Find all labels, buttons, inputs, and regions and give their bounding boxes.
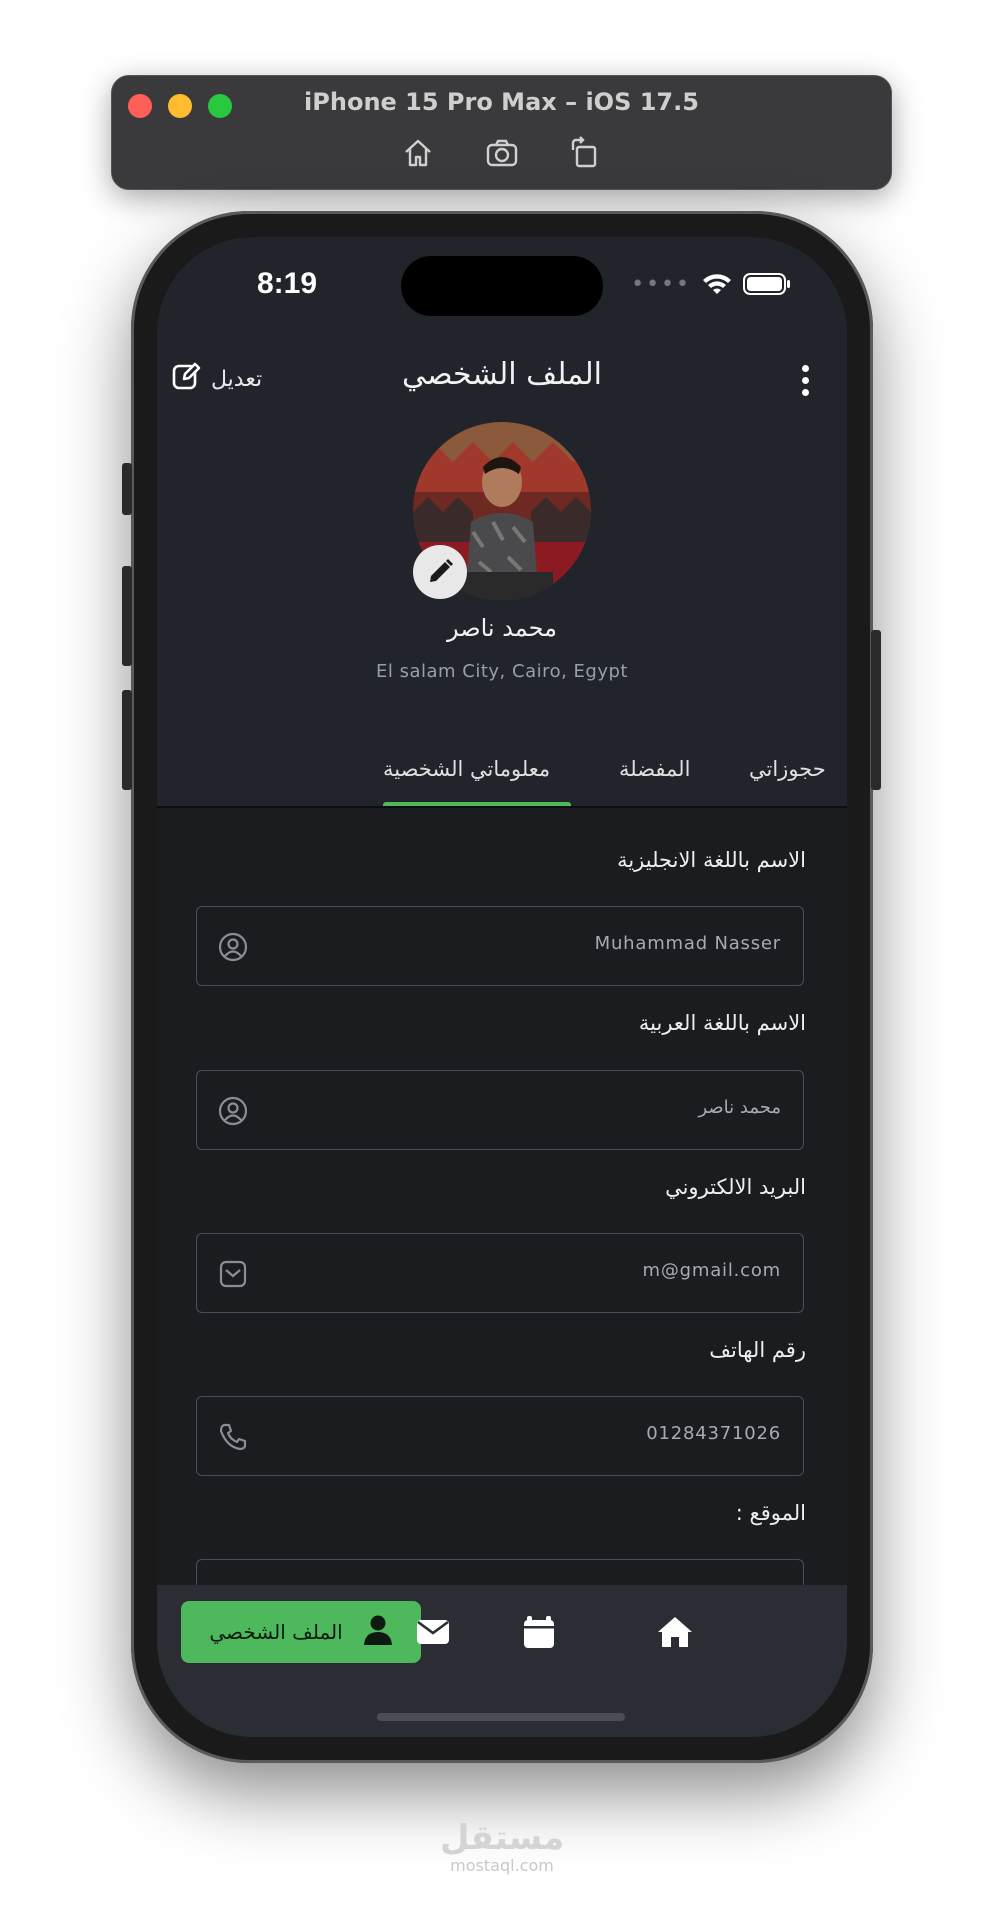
tab-bookings[interactable]: حجوزاتي [749,757,826,781]
phone-input[interactable] [301,1423,781,1444]
field-label-location: الموقع : [735,1501,806,1525]
signal-dots-icon: •••• [631,271,691,297]
field-label-phone: رقم الهاتف [709,1338,806,1362]
arabic-name-input[interactable] [301,1097,781,1118]
field-label-email: البريد الالكتروني [665,1175,806,1199]
personal-info-form: الاسم باللغة الانجليزية الاسم باللغة الع… [157,808,847,1587]
status-icons: •••• [631,269,791,299]
change-photo-button[interactable] [413,545,467,599]
wifi-icon [703,274,731,294]
pencil-icon [430,559,453,582]
home-icon[interactable] [401,136,435,170]
nav-calendar-icon[interactable] [521,1615,557,1649]
profile-icon [363,1614,393,1651]
home-indicator [377,1713,625,1721]
nav-profile-button[interactable]: الملف الشخصي [181,1601,421,1663]
nav-home-icon[interactable] [657,1615,693,1649]
user-location: El salam City, Cairo, Egypt [375,661,628,682]
volume-down-button [122,690,132,790]
user-circle-icon [217,931,249,963]
action-button [122,463,132,515]
user-circle-icon [217,1095,249,1127]
arabic-name-field[interactable] [196,1070,804,1150]
page-title: الملف الشخصي [402,357,602,392]
rotate-icon[interactable] [568,136,602,170]
nav-messages-icon[interactable] [415,1615,451,1649]
english-name-input[interactable] [301,933,781,954]
watermark-url: mostaql.com [450,1856,554,1875]
volume-up-button [122,566,132,666]
dynamic-island [401,256,603,316]
tab-favorites[interactable]: المفضلة [619,757,690,781]
field-label-english-name: الاسم باللغة الانجليزية [617,848,806,872]
simulator-titlebar: iPhone 15 Pro Max – iOS 17.5 [111,75,892,190]
app-screen: 8:19 •••• تعديل الملف الشخصي محمد ناصر E… [157,237,847,1737]
english-name-field[interactable] [196,906,804,986]
simulator-title: iPhone 15 Pro Max – iOS 17.5 [304,88,699,116]
battery-icon [743,273,790,295]
email-input[interactable] [301,1260,781,1281]
more-options-icon[interactable] [799,365,811,401]
watermark: مستقل mostaql.com [440,1820,564,1875]
status-time: 8:19 [257,267,318,300]
profile-tabs: معلوماتي الشخصية المفضلة حجوزاتي [157,747,847,807]
field-label-arabic-name: الاسم باللغة العربية [638,1011,806,1035]
phone-icon [217,1421,249,1453]
app-header: تعديل الملف الشخصي [157,347,847,427]
user-name: محمد ناصر [446,614,558,642]
screenshot-icon[interactable] [485,136,519,170]
phone-field[interactable] [196,1396,804,1476]
watermark-logo: مستقل [440,1818,565,1858]
nav-profile-label: الملف الشخصي [209,1620,343,1644]
tab-personal-info[interactable]: معلوماتي الشخصية [383,757,550,781]
email-field[interactable] [196,1233,804,1313]
power-button [871,630,881,790]
location-field[interactable] [196,1559,804,1587]
mail-icon [217,1258,249,1290]
